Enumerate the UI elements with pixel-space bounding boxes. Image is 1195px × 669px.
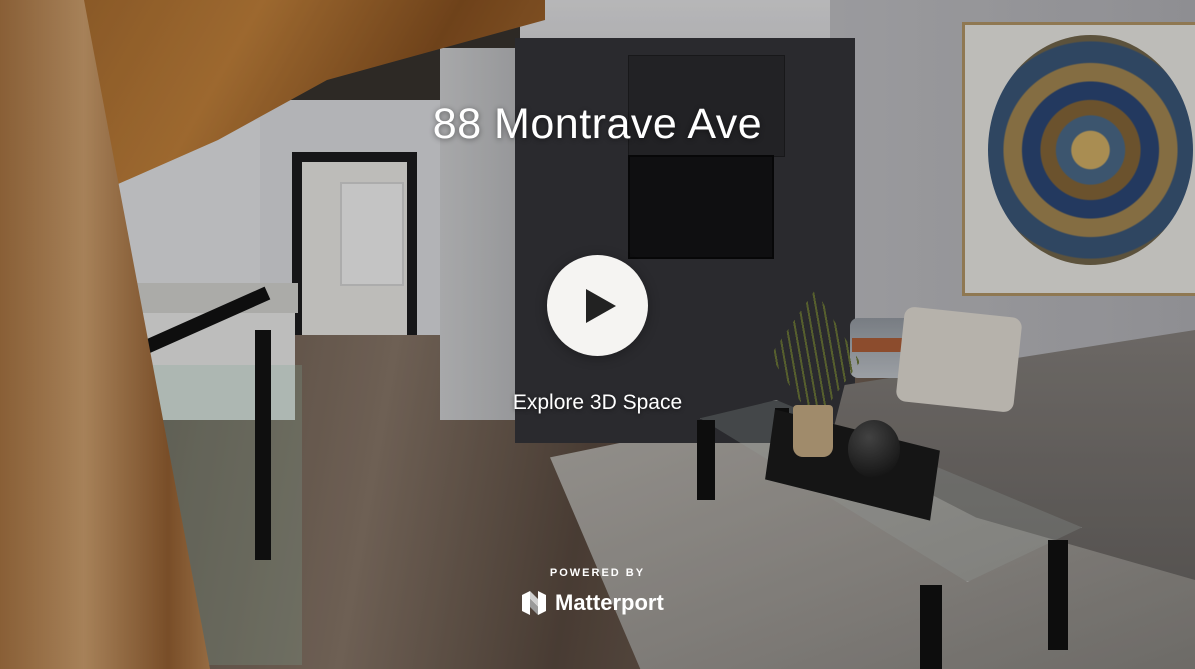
table-leg	[1048, 540, 1068, 650]
powered-by-label: POWERED BY	[549, 567, 646, 579]
play-button[interactable]	[547, 255, 648, 356]
explore-3d-link[interactable]: Explore 3D Space	[0, 391, 1195, 415]
matterport-brand-link[interactable]: Matterport	[521, 589, 664, 617]
vase	[848, 420, 900, 478]
television	[628, 155, 774, 259]
table-leg	[697, 420, 715, 500]
window	[340, 182, 404, 286]
play-icon	[585, 288, 616, 323]
tour-title: 88 Montrave Ave	[432, 100, 763, 148]
table-leg	[920, 585, 942, 669]
matterport-logo-icon	[522, 591, 546, 615]
wall-art-mandala	[988, 35, 1193, 265]
railing-post	[255, 330, 271, 560]
brand-name: Matterport	[555, 590, 664, 615]
